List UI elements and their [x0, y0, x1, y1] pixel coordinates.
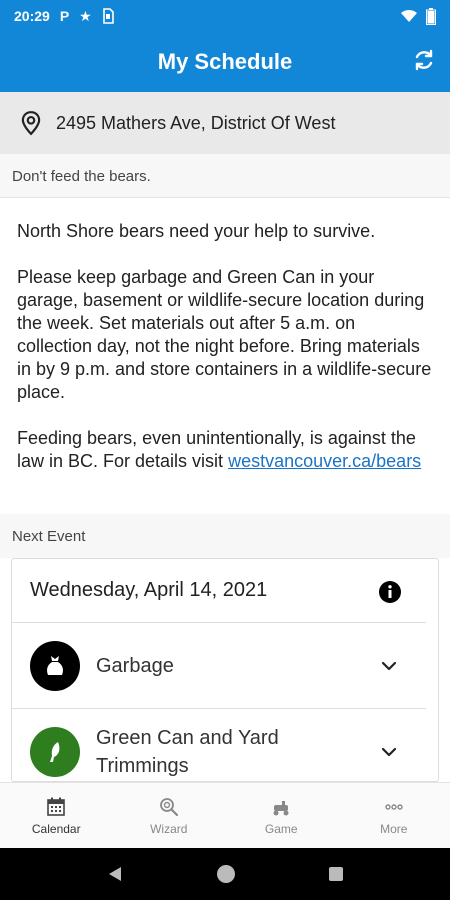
home-icon[interactable]	[216, 864, 236, 884]
info-icon[interactable]	[378, 580, 402, 604]
nav-label: Calendar	[31, 821, 81, 836]
parking-icon: P	[59, 8, 70, 24]
address-bar[interactable]: 2495 Mathers Ave, District Of West	[0, 92, 450, 154]
back-icon[interactable]	[106, 865, 124, 883]
sd-card-icon	[102, 8, 114, 24]
app-bar: My Schedule	[0, 32, 450, 92]
notice-paragraph: Feeding bears, even unintentionally, is …	[17, 427, 433, 473]
recents-icon[interactable]	[328, 866, 344, 882]
status-bar: 20:29 P ★	[0, 0, 450, 32]
battery-icon	[426, 7, 436, 25]
event-card: Wednesday, April 14, 2021 Garbage Green …	[11, 558, 439, 782]
garbage-bag-icon	[30, 640, 80, 691]
location-pin-icon	[21, 111, 41, 136]
page-title: My Schedule	[157, 49, 293, 74]
nav-game[interactable]: Game	[225, 783, 338, 848]
notice-heading: Don't feed the bears.	[0, 154, 450, 198]
chevron-down-icon[interactable]	[380, 657, 398, 675]
nav-label: Wizard	[150, 821, 188, 836]
nav-wizard[interactable]: Wizard	[113, 783, 226, 848]
nav-label: More	[380, 821, 408, 836]
system-nav-bar	[0, 848, 450, 900]
leaf-icon	[30, 727, 80, 777]
bears-link[interactable]: westvancouver.ca/bears	[228, 451, 421, 471]
refresh-icon[interactable]	[412, 48, 436, 72]
calendar-icon	[47, 797, 66, 816]
address-text: 2495 Mathers Ave, District Of West	[56, 112, 336, 133]
event-item-green-can[interactable]: Green Can and Yard Trimmings	[12, 709, 426, 781]
chevron-down-icon[interactable]	[380, 743, 398, 761]
notice-body: North Shore bears need your help to surv…	[0, 198, 450, 514]
more-icon	[385, 803, 403, 810]
nav-more[interactable]: More	[338, 783, 450, 848]
game-icon	[273, 800, 289, 815]
notice-paragraph: Please keep garbage and Green Can in you…	[17, 267, 432, 402]
event-date: Wednesday, April 14, 2021	[30, 579, 268, 601]
next-event-label: Next Event	[0, 514, 450, 558]
event-date-row: Wednesday, April 14, 2021	[12, 559, 426, 623]
status-time: 20:29	[14, 8, 50, 24]
wifi-icon	[401, 9, 417, 22]
star-icon: ★	[79, 7, 92, 24]
event-item-garbage[interactable]: Garbage	[12, 623, 426, 709]
notice-paragraph: North Shore bears need your help to surv…	[17, 221, 376, 241]
event-item-label: Green Can and Yard Trimmings	[96, 727, 279, 777]
bottom-nav: Calendar Wizard Game More	[0, 782, 450, 848]
nav-calendar[interactable]: Calendar	[0, 783, 113, 848]
search-icon	[159, 797, 178, 816]
nav-label: Game	[264, 821, 298, 836]
event-item-label: Garbage	[96, 654, 174, 677]
